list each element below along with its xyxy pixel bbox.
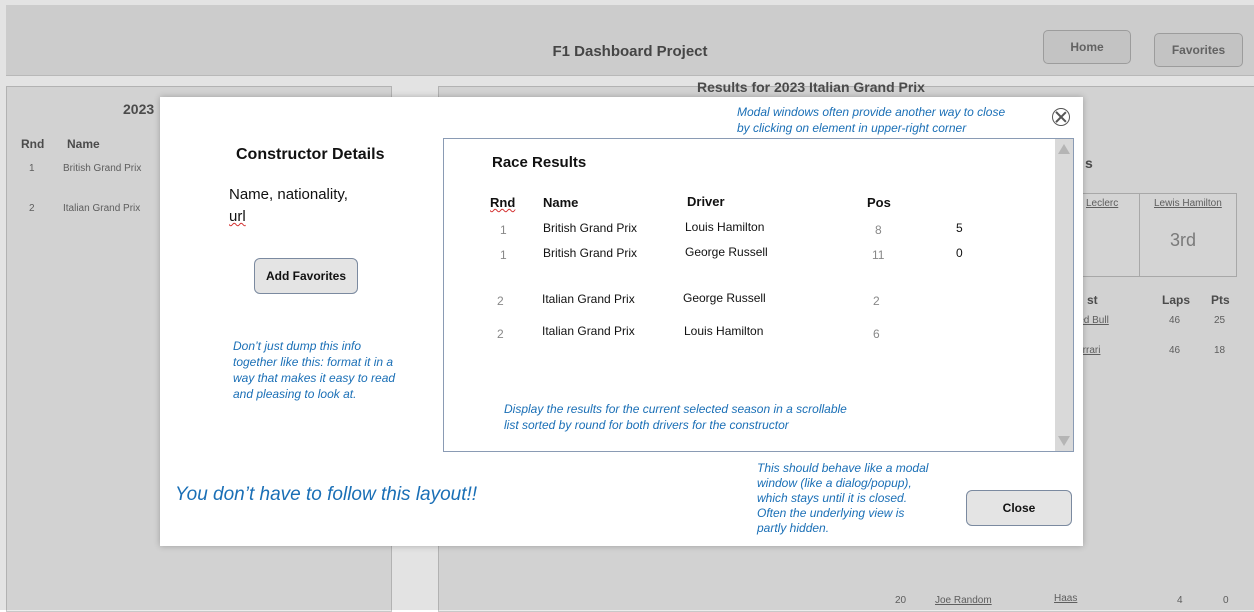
- constructor-details-modal: Modal windows often provide another way …: [160, 97, 1083, 546]
- results-title: Race Results: [492, 154, 587, 171]
- row-name: Italian Grand Prix: [542, 324, 635, 338]
- col-name: Name: [543, 195, 579, 210]
- scroll-up-icon[interactable]: [1058, 144, 1070, 154]
- row-driver: Louis Hamilton: [684, 324, 764, 338]
- close-corner-note: Modal windows often provide another way …: [737, 104, 1005, 136]
- race-results-list[interactable]: Race Results Rnd Name Driver Pos 1 Briti…: [443, 138, 1074, 452]
- row-pos: 8: [875, 223, 882, 237]
- row-rnd: 1: [500, 248, 507, 262]
- row-pos: 11: [872, 248, 885, 262]
- layout-note: You don’t have to follow this layout!!: [175, 484, 478, 505]
- row-rnd: 2: [497, 294, 504, 308]
- results-scrollbar[interactable]: [1055, 139, 1073, 451]
- note-line: which stays until it is closed.: [757, 491, 908, 505]
- row-rnd: 1: [500, 223, 507, 237]
- scroll-down-icon[interactable]: [1058, 436, 1070, 446]
- row-points: 0: [956, 246, 963, 260]
- constructor-info-line: Name, nationality,: [229, 186, 348, 203]
- row-name: British Grand Prix: [543, 246, 638, 260]
- close-button[interactable]: Close: [966, 490, 1072, 526]
- results-note: Display the results for the current sele…: [504, 401, 847, 433]
- note-line: by clicking on element in upper-right co…: [737, 121, 967, 135]
- row-driver: Louis Hamilton: [685, 220, 765, 234]
- note-line: list sorted by round for both drivers fo…: [504, 418, 789, 432]
- row-driver: George Russell: [683, 291, 766, 305]
- note-line: and pleasing to look at.: [233, 387, 357, 401]
- constructor-info-url: url: [229, 208, 246, 225]
- row-name: British Grand Prix: [543, 221, 638, 235]
- col-pos: Pos: [867, 195, 891, 210]
- row-points: 5: [956, 221, 963, 235]
- modal-behavior-note: This should behave like a modal window (…: [757, 461, 928, 536]
- row-driver: George Russell: [685, 245, 768, 259]
- col-driver: Driver: [687, 194, 725, 209]
- add-favorites-button[interactable]: Add Favorites: [254, 258, 358, 294]
- format-note: Don’t just dump this info together like …: [233, 338, 395, 402]
- note-line: Display the results for the current sele…: [504, 402, 847, 416]
- note-line: Modal windows often provide another way …: [737, 105, 1006, 119]
- modal-title: Constructor Details: [236, 146, 385, 163]
- close-icon[interactable]: [1052, 108, 1070, 126]
- note-line: partly hidden.: [757, 521, 830, 535]
- note-line: Often the underlying view is: [757, 506, 905, 520]
- note-line: Don’t just dump this info: [233, 339, 362, 353]
- note-line: window (like a dialog/popup),: [757, 476, 912, 490]
- note-line: way that makes it easy to read: [233, 371, 396, 385]
- row-pos: 2: [873, 294, 880, 308]
- col-rnd: Rnd: [490, 195, 516, 210]
- row-rnd: 2: [497, 327, 504, 341]
- row-pos: 6: [873, 327, 880, 341]
- note-line: This should behave like a modal: [757, 461, 929, 475]
- row-name: Italian Grand Prix: [542, 292, 635, 306]
- note-line: together like this: format it in a: [233, 355, 394, 369]
